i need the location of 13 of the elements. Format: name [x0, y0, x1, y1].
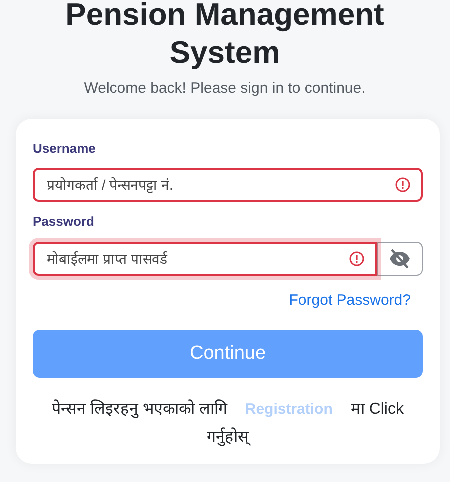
page-title: Pension Management System: [64, 0, 386, 72]
registration-note: पेन्सन लिइरहनु भएकाको लागि Registration मा Click गर्नुहोस्: [51, 398, 405, 448]
field-label: Username: [33, 140, 97, 158]
input-field[interactable]: प्रयोगकर्ता / पेन्सनपट्टा नं.: [33, 168, 423, 202]
eye-slash-icon: [389, 248, 411, 268]
registration-link[interactable]: Registration: [245, 401, 333, 418]
input-field[interactable]: मोबाईलमा प्राप्त पासवर्ड: [33, 242, 377, 276]
subtitle: Welcome back! Please sign in to continue.: [84, 79, 366, 99]
field-label: Password: [33, 213, 96, 231]
alert-icon: [349, 250, 365, 266]
forgot-password-link[interactable]: Forgot Password?: [289, 290, 411, 312]
toggle-visibility-button[interactable]: [377, 242, 423, 276]
alert-icon: [395, 177, 411, 193]
